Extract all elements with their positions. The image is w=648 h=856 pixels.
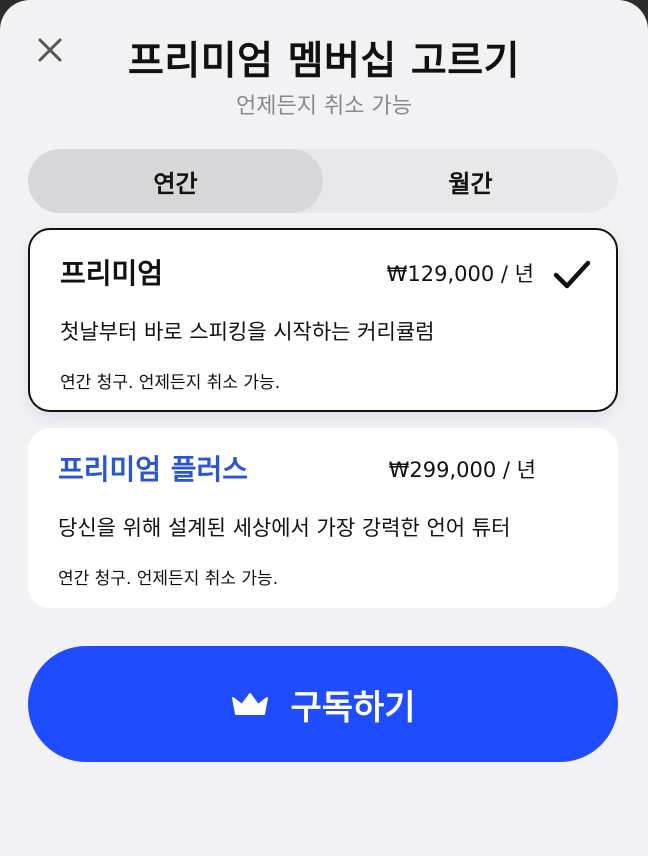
page-subtitle: 언제든지 취소 가능 bbox=[236, 94, 412, 119]
plan-billing-note: 연간 청구. 언제든지 취소 가능. bbox=[60, 373, 281, 393]
plan-card-premium-plus[interactable]: 프리미엄 플러스 ₩299,000 / 년 당신을 위해 설계된 세상에서 가장… bbox=[28, 428, 618, 608]
page-title: 프리미엄 멤버십 고르기 bbox=[128, 39, 520, 84]
check-icon bbox=[553, 260, 591, 289]
tab-annual[interactable]: 연간 bbox=[28, 149, 323, 213]
membership-sheet: 프리미엄 멤버십 고르기 언제든지 취소 가능 연간 월간 프리미엄 ₩129,… bbox=[0, 0, 648, 856]
plan-billing-note: 연간 청구. 언제든지 취소 가능. bbox=[58, 569, 279, 589]
plan-price: ₩299,000 / 년 bbox=[388, 458, 536, 482]
subscribe-label: 구독하기 bbox=[290, 687, 416, 728]
plan-card-premium[interactable]: 프리미엄 ₩129,000 / 년 첫날부터 바로 스피킹을 시작하는 커리큘럼… bbox=[28, 228, 618, 412]
billing-period-toggle: 연간 월간 bbox=[28, 149, 618, 213]
plan-name: 프리미엄 bbox=[60, 257, 164, 290]
tab-monthly[interactable]: 월간 bbox=[323, 149, 618, 213]
plan-name: 프리미엄 플러스 bbox=[58, 453, 249, 486]
subscribe-button[interactable]: 구독하기 bbox=[28, 646, 618, 762]
plan-description: 당신을 위해 설계된 세상에서 가장 강력한 언어 튜터 bbox=[58, 516, 511, 540]
plan-price: ₩129,000 / 년 bbox=[386, 262, 534, 286]
crown-icon bbox=[232, 693, 269, 715]
plan-description: 첫날부터 바로 스피킹을 시작하는 커리큘럼 bbox=[60, 320, 435, 344]
